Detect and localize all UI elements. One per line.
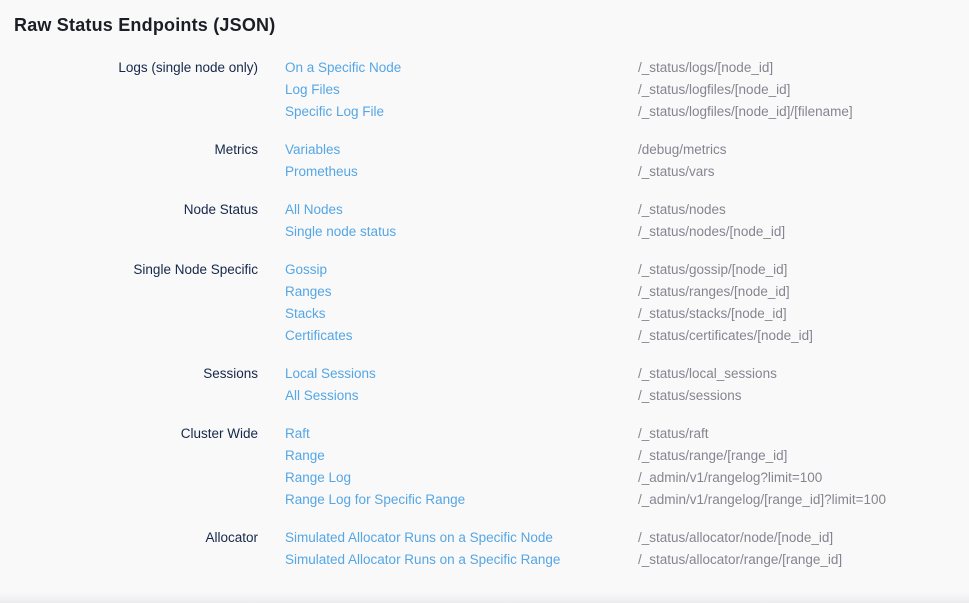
endpoint-row: Ranges /_status/ranges/[node_id]	[285, 281, 813, 303]
page-title: Raw Status Endpoints (JSON)	[14, 15, 955, 36]
endpoint-link[interactable]: Log Files	[285, 79, 638, 101]
endpoint-group: Sessions Local Sessions /_status/local_s…	[14, 363, 955, 407]
endpoint-row: Simulated Allocator Runs on a Specific R…	[285, 549, 842, 571]
endpoint-row: Local Sessions /_status/local_sessions	[285, 363, 777, 385]
group-entries: Raft /_status/raft Range /_status/range/…	[285, 423, 886, 511]
endpoint-group: Allocator Simulated Allocator Runs on a …	[14, 527, 955, 571]
endpoint-path: /_status/logfiles/[node_id]	[638, 79, 790, 101]
group-category-label: Node Status	[14, 199, 258, 221]
endpoint-row: Simulated Allocator Runs on a Specific N…	[285, 527, 842, 549]
group-category-label: Logs (single node only)	[14, 57, 258, 79]
endpoint-row: All Sessions /_status/sessions	[285, 385, 777, 407]
endpoint-row: Gossip /_status/gossip/[node_id]	[285, 259, 813, 281]
endpoint-path: /_status/vars	[638, 161, 715, 183]
endpoint-group: Node Status All Nodes /_status/nodes Sin…	[14, 199, 955, 243]
endpoint-path: /_admin/v1/rangelog?limit=100	[638, 467, 822, 489]
endpoint-row: Single node status /_status/nodes/[node_…	[285, 221, 785, 243]
group-entries: Variables /debug/metrics Prometheus /_st…	[285, 139, 727, 183]
endpoint-row: Range /_status/range/[range_id]	[285, 445, 886, 467]
endpoint-path: /_status/allocator/range/[range_id]	[638, 549, 842, 571]
endpoint-row: Raft /_status/raft	[285, 423, 886, 445]
endpoint-link[interactable]: On a Specific Node	[285, 57, 638, 79]
endpoint-row: Variables /debug/metrics	[285, 139, 727, 161]
endpoint-path: /_status/nodes	[638, 199, 726, 221]
endpoint-row: Specific Log File /_status/logfiles/[nod…	[285, 101, 853, 123]
endpoint-group: Logs (single node only) On a Specific No…	[14, 57, 955, 123]
endpoint-groups: Logs (single node only) On a Specific No…	[14, 57, 955, 571]
endpoint-link[interactable]: Specific Log File	[285, 101, 638, 123]
endpoint-link[interactable]: Local Sessions	[285, 363, 638, 385]
endpoint-path: /_status/logfiles/[node_id]/[filename]	[638, 101, 853, 123]
endpoint-path: /_status/nodes/[node_id]	[638, 221, 785, 243]
endpoint-path: /debug/metrics	[638, 139, 727, 161]
endpoint-path: /_status/stacks/[node_id]	[638, 303, 787, 325]
group-category-label: Allocator	[14, 527, 258, 549]
endpoint-path: /_status/raft	[638, 423, 709, 445]
endpoint-path: /_status/local_sessions	[638, 363, 777, 385]
endpoint-link[interactable]: Ranges	[285, 281, 638, 303]
group-entries: Simulated Allocator Runs on a Specific N…	[285, 527, 842, 571]
endpoint-link[interactable]: Prometheus	[285, 161, 638, 183]
endpoint-link[interactable]: Range Log	[285, 467, 638, 489]
endpoint-link[interactable]: All Sessions	[285, 385, 638, 407]
endpoint-row: Certificates /_status/certificates/[node…	[285, 325, 813, 347]
endpoint-link[interactable]: Stacks	[285, 303, 638, 325]
group-entries: Gossip /_status/gossip/[node_id] Ranges …	[285, 259, 813, 347]
endpoint-link[interactable]: Range	[285, 445, 638, 467]
endpoint-row: On a Specific Node /_status/logs/[node_i…	[285, 57, 853, 79]
endpoint-link[interactable]: Range Log for Specific Range	[285, 489, 638, 511]
endpoint-link[interactable]: Single node status	[285, 221, 638, 243]
endpoint-row: All Nodes /_status/nodes	[285, 199, 785, 221]
endpoint-path: /_status/range/[range_id]	[638, 445, 787, 467]
endpoint-row: Stacks /_status/stacks/[node_id]	[285, 303, 813, 325]
group-category-label: Metrics	[14, 139, 258, 161]
endpoint-row: Range Log for Specific Range /_admin/v1/…	[285, 489, 886, 511]
endpoint-path: /_status/logs/[node_id]	[638, 57, 773, 79]
endpoint-path: /_admin/v1/rangelog/[range_id]?limit=100	[638, 489, 886, 511]
endpoint-row: Range Log /_admin/v1/rangelog?limit=100	[285, 467, 886, 489]
endpoint-path: /_status/sessions	[638, 385, 742, 407]
endpoint-link[interactable]: Simulated Allocator Runs on a Specific R…	[285, 549, 638, 571]
group-category-label: Sessions	[14, 363, 258, 385]
bottom-shadow-divider	[0, 592, 969, 603]
raw-status-endpoints-page: Raw Status Endpoints (JSON) Logs (single…	[0, 0, 969, 571]
group-category-label: Single Node Specific	[14, 259, 258, 281]
endpoint-group: Single Node Specific Gossip /_status/gos…	[14, 259, 955, 347]
group-category-label: Cluster Wide	[14, 423, 258, 445]
group-entries: On a Specific Node /_status/logs/[node_i…	[285, 57, 853, 123]
endpoint-link[interactable]: Certificates	[285, 325, 638, 347]
group-entries: Local Sessions /_status/local_sessions A…	[285, 363, 777, 407]
endpoint-row: Log Files /_status/logfiles/[node_id]	[285, 79, 853, 101]
endpoint-path: /_status/gossip/[node_id]	[638, 259, 787, 281]
endpoint-link[interactable]: All Nodes	[285, 199, 638, 221]
endpoint-link[interactable]: Simulated Allocator Runs on a Specific N…	[285, 527, 638, 549]
endpoint-link[interactable]: Variables	[285, 139, 638, 161]
endpoint-link[interactable]: Raft	[285, 423, 638, 445]
endpoint-link[interactable]: Gossip	[285, 259, 638, 281]
endpoint-group: Cluster Wide Raft /_status/raft Range /_…	[14, 423, 955, 511]
endpoint-path: /_status/certificates/[node_id]	[638, 325, 813, 347]
endpoint-path: /_status/ranges/[node_id]	[638, 281, 790, 303]
endpoint-group: Metrics Variables /debug/metrics Prometh…	[14, 139, 955, 183]
endpoint-row: Prometheus /_status/vars	[285, 161, 727, 183]
group-entries: All Nodes /_status/nodes Single node sta…	[285, 199, 785, 243]
endpoint-path: /_status/allocator/node/[node_id]	[638, 527, 833, 549]
